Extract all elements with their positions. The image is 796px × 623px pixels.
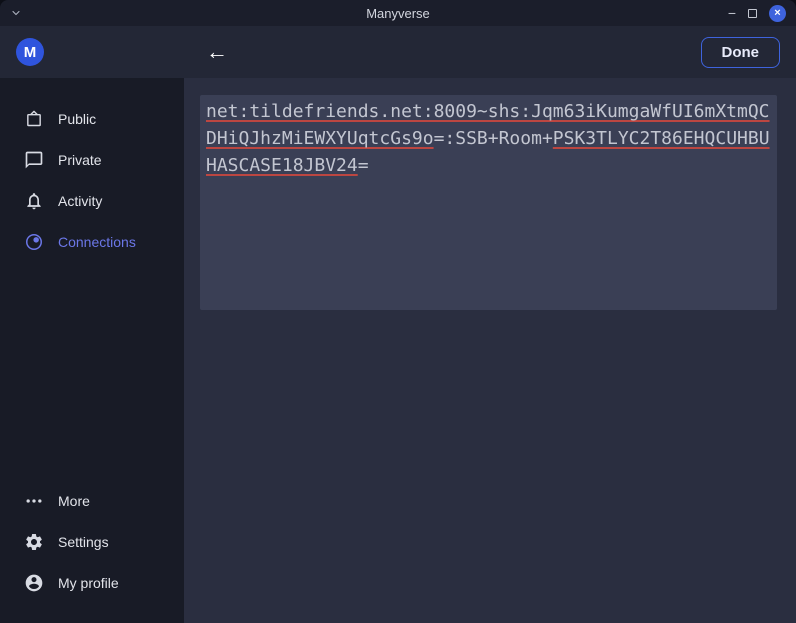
misspelled-segment: DHiQJhzMiEWXYUqtcGs9o [206,128,434,149]
sidebar-footer: More Settings My profile [0,480,184,603]
code-line: HASCASE18JBV24= [206,152,771,179]
connections-icon [24,232,44,252]
sidebar-item-label: Private [58,152,102,168]
code-segment: =:SSB+Room+ [434,128,553,149]
done-button[interactable]: Done [701,37,781,68]
misspelled-segment: net:tildefriends.net:8009~shs:Jqm63iKumg… [206,101,770,122]
sidebar-item-public[interactable]: Public [0,98,184,139]
sidebar-item-connections[interactable]: Connections [0,221,184,262]
restore-window-icon [748,9,757,18]
sidebar-item-label: Connections [58,234,136,250]
sidebar-item-my-profile[interactable]: My profile [0,562,184,603]
sidebar-item-label: More [58,493,90,509]
invite-code-input[interactable]: net:tildefriends.net:8009~shs:Jqm63iKumg… [200,95,777,310]
bulletin-board-icon [24,109,44,129]
sidebar-item-label: Activity [58,193,102,209]
code-line: DHiQJhzMiEWXYUqtcGs9o=:SSB+Room+PSK3TLYC… [206,125,771,152]
sidebar-item-label: Settings [58,534,109,550]
app-header: M ← Done [0,26,796,78]
sidebar-item-private[interactable]: Private [0,139,184,180]
sidebar-item-activity[interactable]: Activity [0,180,184,221]
misspelled-segment: PSK3TLYC2T86EHQCUHBU [553,128,770,149]
back-button[interactable]: ← [202,41,232,63]
sidebar-item-label: Public [58,111,96,127]
code-segment: = [358,155,369,176]
sidebar-item-label: My profile [58,575,119,591]
misspelled-segment: HASCASE18JBV24 [206,155,358,176]
main-content: net:tildefriends.net:8009~shs:Jqm63iKumg… [184,78,796,623]
manyverse-logo: M [16,38,44,66]
message-bubble-icon [24,150,44,170]
minimize-button[interactable]: − [728,6,736,20]
window-menu-chevron-icon[interactable] [10,7,22,19]
window-controls: − × [728,5,796,22]
sidebar: Public Private Activity Connections [0,78,184,623]
window-title: Manyverse [0,6,796,21]
close-button[interactable]: × [769,5,786,22]
titlebar: Manyverse − × [0,0,796,26]
app-body: Public Private Activity Connections [0,78,796,623]
person-circle-icon [24,573,44,593]
restore-button[interactable] [748,9,757,18]
ellipsis-icon [24,491,44,511]
gear-icon [24,532,44,552]
bell-icon [24,191,44,211]
sidebar-item-settings[interactable]: Settings [0,521,184,562]
code-line: net:tildefriends.net:8009~shs:Jqm63iKumg… [206,98,771,125]
sidebar-item-more[interactable]: More [0,480,184,521]
manyverse-window: Manyverse − × M ← Done Public Privat [0,0,796,623]
